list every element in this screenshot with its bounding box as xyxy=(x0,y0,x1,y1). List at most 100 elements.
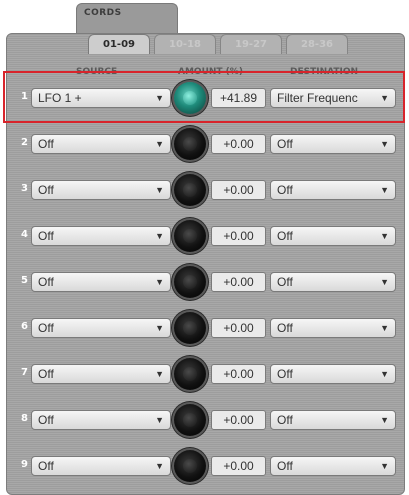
cord-row: 2 Off ▼ +0.00 Off ▼ xyxy=(6,126,403,162)
amount-value[interactable]: +0.00 xyxy=(211,272,266,292)
cord-row: 5 Off ▼ +0.00 Off ▼ xyxy=(6,264,403,300)
row-number: 9 xyxy=(21,459,28,470)
knob-cap xyxy=(183,367,197,381)
amount-knob[interactable] xyxy=(174,312,206,344)
chevron-down-icon: ▼ xyxy=(155,139,164,149)
destination-select[interactable]: Off ▼ xyxy=(270,456,396,476)
source-value: Off xyxy=(38,275,54,289)
source-select[interactable]: Off ▼ xyxy=(31,410,171,430)
destination-select[interactable]: Off ▼ xyxy=(270,410,396,430)
tab-10-18[interactable]: 10-18 xyxy=(154,34,216,54)
destination-value: Off xyxy=(277,413,293,427)
chevron-down-icon: ▼ xyxy=(380,461,389,471)
destination-value: Filter Frequenc xyxy=(277,91,358,105)
source-column-header: SOURCE xyxy=(76,67,118,77)
source-select[interactable]: Off ▼ xyxy=(31,226,171,246)
amount-knob[interactable] xyxy=(174,82,206,114)
row-number: 7 xyxy=(21,367,28,378)
source-value: LFO 1 + xyxy=(38,91,82,105)
cord-row: 7 Off ▼ +0.00 Off ▼ xyxy=(6,356,403,392)
destination-select[interactable]: Off ▼ xyxy=(270,180,396,200)
destination-value: Off xyxy=(277,367,293,381)
source-value: Off xyxy=(38,321,54,335)
cords-section-label: CORDS xyxy=(84,8,122,18)
source-select[interactable]: Off ▼ xyxy=(31,134,171,154)
destination-select[interactable]: Off ▼ xyxy=(270,226,396,246)
knob-cap xyxy=(183,137,197,151)
tab-01-09[interactable]: 01-09 xyxy=(88,34,150,54)
amount-knob[interactable] xyxy=(174,266,206,298)
chevron-down-icon: ▼ xyxy=(155,415,164,425)
destination-value: Off xyxy=(277,229,293,243)
source-value: Off xyxy=(38,413,54,427)
cord-row: 1 LFO 1 + ▼ +41.89 Filter Frequenc ▼ xyxy=(6,80,403,116)
destination-select[interactable]: Filter Frequenc ▼ xyxy=(270,88,396,108)
destination-select[interactable]: Off ▼ xyxy=(270,318,396,338)
amount-value[interactable]: +41.89 xyxy=(211,88,266,108)
amount-knob[interactable] xyxy=(174,358,206,390)
chevron-down-icon: ▼ xyxy=(380,277,389,287)
amount-value[interactable]: +0.00 xyxy=(211,318,266,338)
destination-value: Off xyxy=(277,137,293,151)
source-select[interactable]: Off ▼ xyxy=(31,364,171,384)
tab-19-27[interactable]: 19-27 xyxy=(220,34,282,54)
destination-column-header: DESTINATION xyxy=(290,67,359,77)
destination-value: Off xyxy=(277,183,293,197)
chevron-down-icon: ▼ xyxy=(155,231,164,241)
amount-value[interactable]: +0.00 xyxy=(211,180,266,200)
source-value: Off xyxy=(38,137,54,151)
amount-knob[interactable] xyxy=(174,128,206,160)
cord-row: 3 Off ▼ +0.00 Off ▼ xyxy=(6,172,403,208)
source-value: Off xyxy=(38,183,54,197)
row-number: 8 xyxy=(21,413,28,424)
amount-value[interactable]: +0.00 xyxy=(211,134,266,154)
amount-knob[interactable] xyxy=(174,450,206,482)
cord-row: 8 Off ▼ +0.00 Off ▼ xyxy=(6,402,403,438)
page-tabs: 01-09 10-18 19-27 28-36 xyxy=(88,34,348,54)
cord-row: 9 Off ▼ +0.00 Off ▼ xyxy=(6,448,403,484)
knob-cap xyxy=(183,91,197,105)
amount-knob[interactable] xyxy=(174,404,206,436)
knob-cap xyxy=(183,413,197,427)
destination-select[interactable]: Off ▼ xyxy=(270,272,396,292)
destination-select[interactable]: Off ▼ xyxy=(270,364,396,384)
source-select[interactable]: Off ▼ xyxy=(31,456,171,476)
source-value: Off xyxy=(38,459,54,473)
source-value: Off xyxy=(38,229,54,243)
chevron-down-icon: ▼ xyxy=(155,277,164,287)
amount-value[interactable]: +0.00 xyxy=(211,226,266,246)
source-select[interactable]: Off ▼ xyxy=(31,272,171,292)
row-number: 4 xyxy=(21,229,28,240)
source-select[interactable]: Off ▼ xyxy=(31,180,171,200)
destination-value: Off xyxy=(277,459,293,473)
chevron-down-icon: ▼ xyxy=(155,323,164,333)
tab-28-36[interactable]: 28-36 xyxy=(286,34,348,54)
destination-value: Off xyxy=(277,321,293,335)
amount-column-header: AMOUNT (%) xyxy=(178,67,243,77)
source-value: Off xyxy=(38,367,54,381)
source-select[interactable]: LFO 1 + ▼ xyxy=(31,88,171,108)
knob-cap xyxy=(183,229,197,243)
amount-value[interactable]: +0.00 xyxy=(211,456,266,476)
chevron-down-icon: ▼ xyxy=(380,185,389,195)
amount-knob[interactable] xyxy=(174,174,206,206)
destination-select[interactable]: Off ▼ xyxy=(270,134,396,154)
chevron-down-icon: ▼ xyxy=(155,369,164,379)
knob-cap xyxy=(183,183,197,197)
amount-knob[interactable] xyxy=(174,220,206,252)
row-number: 1 xyxy=(21,91,28,102)
amount-value[interactable]: +0.00 xyxy=(211,410,266,430)
chevron-down-icon: ▼ xyxy=(380,415,389,425)
row-number: 6 xyxy=(21,321,28,332)
chevron-down-icon: ▼ xyxy=(380,369,389,379)
chevron-down-icon: ▼ xyxy=(380,139,389,149)
chevron-down-icon: ▼ xyxy=(155,461,164,471)
chevron-down-icon: ▼ xyxy=(155,93,164,103)
row-number: 5 xyxy=(21,275,28,286)
row-number: 2 xyxy=(21,137,28,148)
chevron-down-icon: ▼ xyxy=(380,93,389,103)
amount-value[interactable]: +0.00 xyxy=(211,364,266,384)
knob-cap xyxy=(183,321,197,335)
chevron-down-icon: ▼ xyxy=(380,231,389,241)
source-select[interactable]: Off ▼ xyxy=(31,318,171,338)
